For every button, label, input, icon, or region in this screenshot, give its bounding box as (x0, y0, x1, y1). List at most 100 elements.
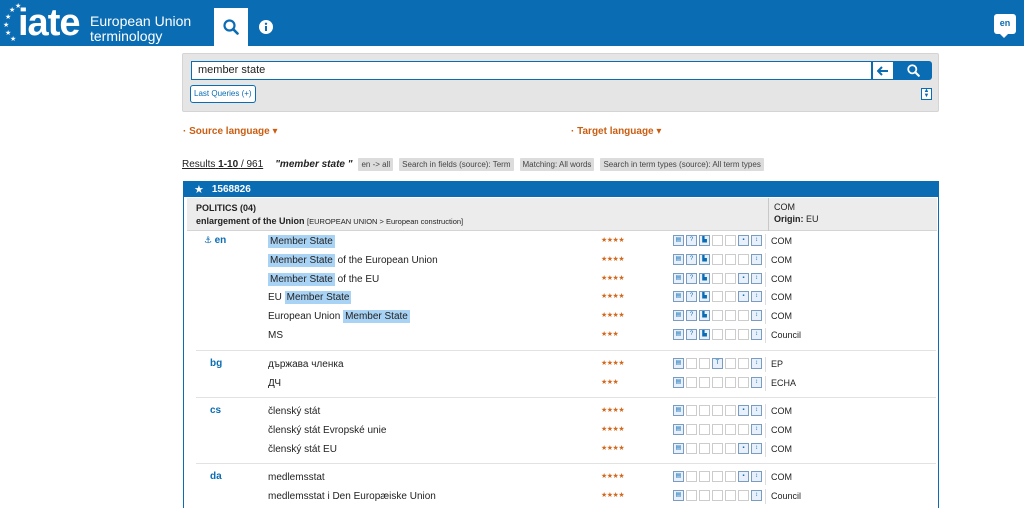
term-text[interactable]: Member State (268, 234, 335, 249)
term-icons: ▤ ▪ ↕ (673, 471, 764, 482)
term-icons: ▤ ▪ ↕ (673, 405, 764, 416)
language-code-text: cs (210, 405, 222, 416)
note-icon[interactable]: ▙ (699, 291, 710, 303)
term-details-icon[interactable]: ▤ (673, 291, 684, 303)
term-details-icon[interactable]: ▤ (673, 253, 684, 265)
term-details-icon[interactable]: ▤ (673, 405, 684, 416)
reliability-stars: ★★★ (601, 378, 619, 386)
term-row: EU Member State ★★★★ ▤? ▙ ▪ ↕ COM (268, 290, 938, 306)
expand-icon[interactable]: ↕ (751, 442, 762, 454)
term-details-icon[interactable]: ▤ (673, 423, 684, 435)
results-range: 1-10 (218, 158, 239, 170)
term-details-icon[interactable]: ▤ (673, 329, 684, 340)
expand-icon[interactable]: ↕ (751, 291, 762, 303)
divider (765, 328, 766, 343)
language-code[interactable]: ⚓ en (204, 235, 226, 246)
expand-icon[interactable]: ↕ (751, 405, 762, 416)
target-language-dropdown[interactable]: · Target language ▾ (571, 126, 661, 137)
term-text[interactable]: medlemsstat i Den Europæiske Union (268, 489, 436, 504)
context-icon[interactable]: ? (686, 310, 697, 322)
context-icon[interactable]: ? (686, 235, 697, 246)
term-text[interactable]: členský stát Evropské unie (268, 423, 386, 438)
entry-header[interactable]: ★ 1568826 (184, 182, 938, 197)
note-icon[interactable]: ▙ (699, 310, 710, 322)
expand-icon[interactable]: ↕ (751, 423, 762, 435)
expand-icon[interactable]: ↕ (751, 358, 762, 369)
reliability-stars: ★★★★ (601, 491, 625, 499)
flag-icon[interactable]: ▪ (738, 442, 749, 454)
reliability-stars: ★★★★ (601, 237, 625, 244)
group-separator (196, 350, 936, 351)
term-text[interactable]: Member State of the EU (268, 272, 379, 287)
language-code[interactable]: da (210, 471, 222, 482)
term-icons: ▤ ↕ (673, 376, 764, 388)
expand-icon[interactable]: ↕ (751, 272, 762, 284)
empty-icon (725, 310, 736, 322)
context-icon[interactable]: ? (686, 253, 697, 265)
term-details-icon[interactable]: ▤ (673, 442, 684, 454)
term-details-icon[interactable]: ▤ (673, 272, 684, 284)
term-highlight: Member State (268, 235, 335, 248)
term-text[interactable]: členský stát EU (268, 442, 337, 457)
term-details-icon[interactable]: ▤ (673, 489, 684, 501)
expand-icon[interactable]: ↕ (751, 489, 762, 501)
expand-icon[interactable]: ↕ (751, 253, 762, 265)
search-input[interactable]: member state (191, 61, 872, 80)
expand-collapse-icon[interactable]: ▲ ▼ (921, 88, 932, 100)
term-text[interactable]: държава членка (268, 357, 344, 372)
term-text[interactable]: Member State of the European Union (268, 253, 438, 268)
context-icon (686, 442, 697, 454)
context-icon[interactable]: ? (686, 272, 697, 284)
note-icon (699, 442, 710, 454)
term-details-icon[interactable]: ▤ (673, 376, 684, 388)
note-icon[interactable]: ▙ (699, 253, 710, 265)
search-button[interactable] (894, 61, 932, 80)
tab-info[interactable] (249, 8, 283, 46)
term-part: MS (268, 330, 283, 341)
term-text[interactable]: medlemsstat (268, 470, 325, 485)
context-icon[interactable]: ? (686, 329, 697, 340)
term-text[interactable]: European Union Member State (268, 309, 410, 324)
expand-icon[interactable]: ↕ (751, 329, 762, 340)
expand-icon[interactable]: ↕ (751, 310, 762, 322)
note-icon[interactable]: ▙ (699, 272, 710, 284)
language-code[interactable]: bg (210, 358, 222, 369)
type-icon (712, 423, 723, 435)
note-icon[interactable]: ▙ (699, 235, 710, 246)
context-icon[interactable]: ? (686, 291, 697, 303)
term-text[interactable]: ДЧ (268, 376, 281, 391)
last-queries-button[interactable]: Last Queries (+) (190, 85, 256, 103)
flag-icon[interactable]: ▪ (738, 405, 749, 416)
flag-icon[interactable]: ▪ (738, 471, 749, 482)
flag-icon[interactable]: ▪ (738, 235, 749, 246)
source-language-dropdown[interactable]: · Source language ▾ (183, 126, 278, 137)
term-text[interactable]: MS (268, 328, 283, 343)
term-details-icon[interactable]: ▤ (673, 235, 684, 246)
term-details-icon[interactable]: ▤ (673, 310, 684, 322)
clear-button[interactable] (872, 61, 894, 80)
flag-icon[interactable]: ▪ (738, 291, 749, 303)
flag-icon[interactable]: ▪ (738, 272, 749, 284)
term-row: Member State ★★★★ ▤? ▙ ▪ ↕ COM (268, 234, 938, 249)
term-text[interactable]: členský stát (268, 404, 320, 419)
term-details-icon[interactable]: ▤ (673, 358, 684, 369)
context-icon (686, 376, 697, 388)
expand-icon[interactable]: ↕ (751, 376, 762, 388)
term-details-icon[interactable]: ▤ (673, 471, 684, 482)
note-icon[interactable]: ▙ (699, 329, 710, 340)
divider (765, 252, 766, 268)
term-text[interactable]: EU Member State (268, 290, 352, 305)
type-icon (712, 489, 723, 501)
type-icon[interactable]: T (712, 358, 723, 369)
results-query: "member state " (275, 158, 353, 170)
expand-icon[interactable]: ↕ (751, 471, 762, 482)
term-row: Member State of the EU ★★★★ ▤? ▙ ▪ ↕ COM (268, 271, 938, 287)
expand-icon[interactable]: ↕ (751, 235, 762, 246)
language-code[interactable]: cs (210, 405, 221, 416)
interface-language-button[interactable]: en (994, 14, 1016, 38)
term-icons: ▤? ▙ ↕ (673, 253, 764, 265)
tab-search[interactable] (214, 8, 248, 46)
term-part: medlemsstat (268, 472, 325, 483)
divider (765, 357, 766, 372)
term-source: ECHA (771, 377, 797, 388)
